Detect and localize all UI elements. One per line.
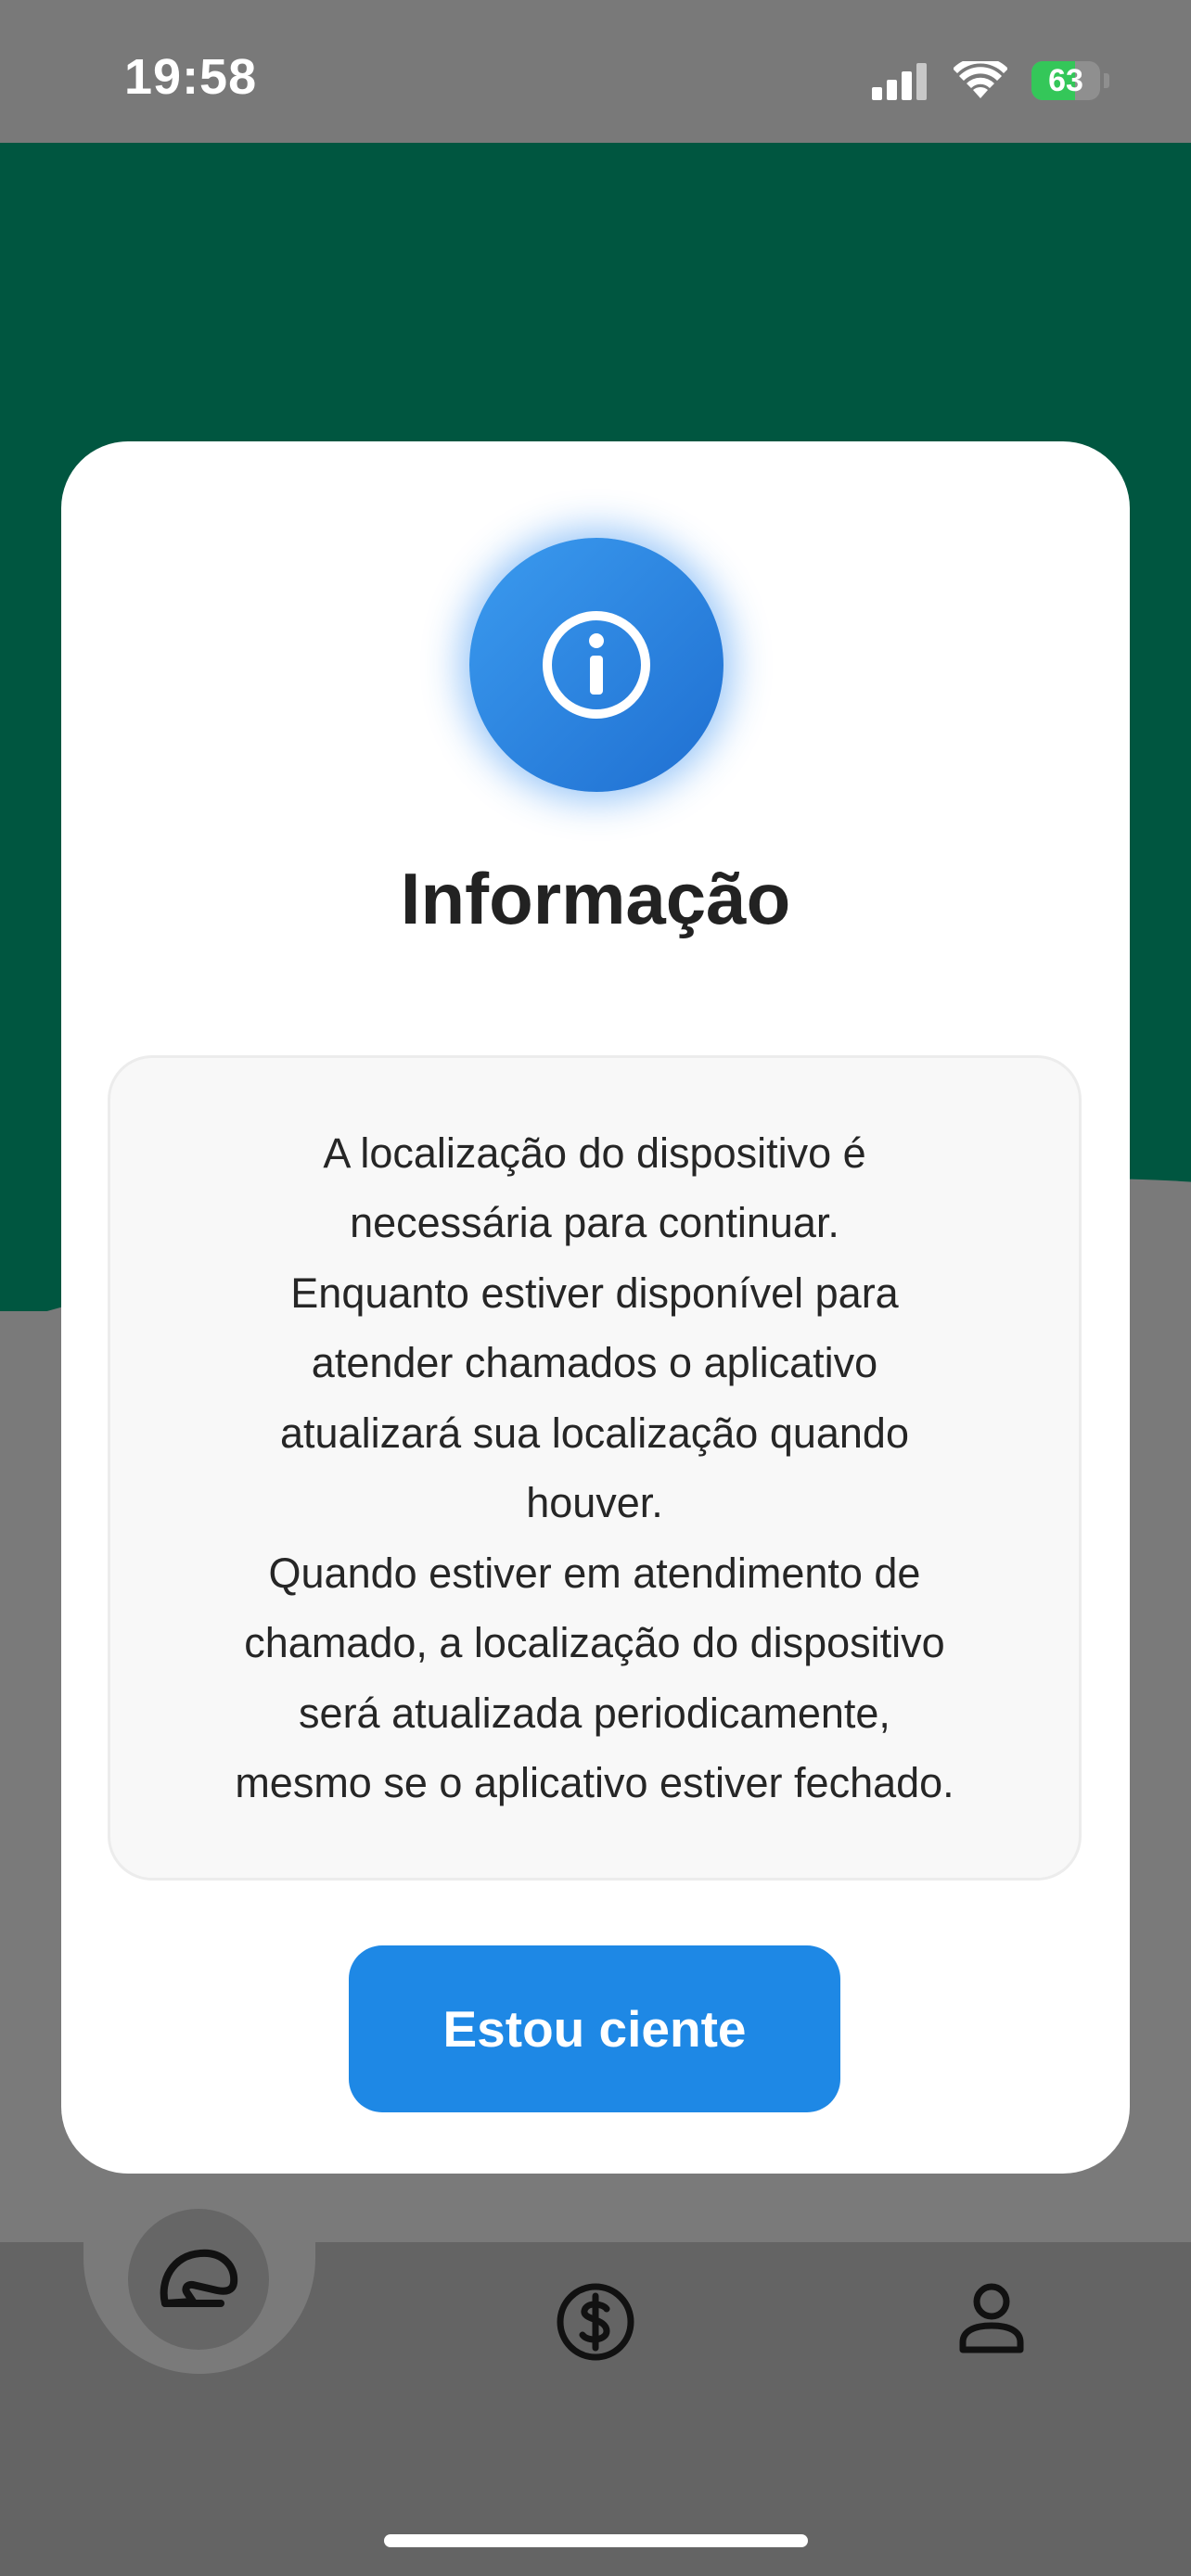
- status-icons: 63: [872, 57, 1109, 104]
- battery-nub: [1104, 73, 1109, 88]
- info-badge: [469, 538, 724, 792]
- dollar-icon[interactable]: [555, 2281, 636, 2363]
- confirm-button[interactable]: Estou ciente: [349, 1945, 840, 2112]
- battery-percentage: 63: [1048, 62, 1083, 98]
- info-icon: [543, 611, 650, 719]
- user-icon[interactable]: [957, 2281, 1026, 2355]
- status-bar: 19:58 63: [0, 0, 1191, 143]
- battery-charging-icon: 63: [1031, 61, 1100, 100]
- signal-icon: [872, 63, 927, 100]
- message-box: A localização do dispositivo é necessári…: [108, 1055, 1082, 1881]
- status-time: 19:58: [124, 49, 258, 105]
- helmet-icon[interactable]: [156, 2244, 241, 2316]
- info-dialog: Informação A localização do dispositivo …: [61, 441, 1130, 2174]
- dialog-title: Informação: [400, 858, 791, 939]
- wifi-icon: [954, 61, 1007, 98]
- dialog-message: A localização do dispositivo é necessári…: [235, 1129, 954, 1807]
- home-indicator[interactable]: [384, 2534, 808, 2547]
